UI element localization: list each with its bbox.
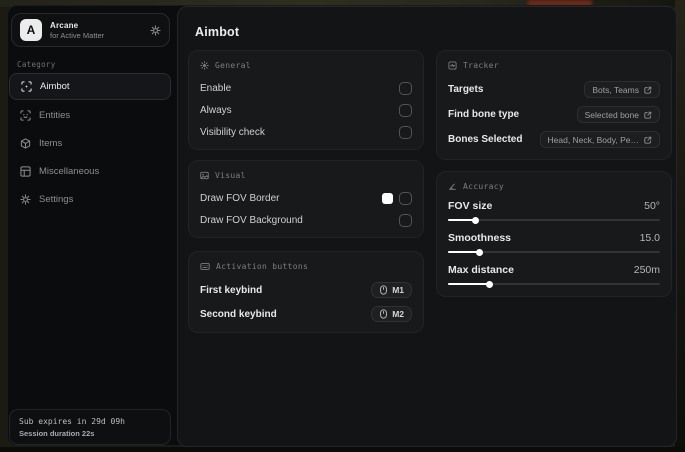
expand-icon	[644, 136, 652, 144]
setting-row: First keybind M1	[200, 278, 412, 302]
slider-thumb[interactable]	[486, 280, 494, 288]
app-subtitle: for Active Matter	[50, 30, 105, 40]
image-icon	[200, 171, 209, 180]
fov-size-slider[interactable]	[448, 216, 660, 224]
slider-label: FOV size	[448, 200, 493, 212]
sidebar-item-label: Entities	[39, 110, 71, 121]
setting-row: Enable	[200, 77, 412, 99]
find-bone-type-dropdown[interactable]: Selected bone	[576, 106, 660, 123]
subscription-info: Sub expires in 29d 09h Session duration …	[9, 409, 171, 445]
main-panel: Aimbot General Enable Always Visibility …	[177, 6, 677, 447]
dropdown-value: Head, Neck, Body, Pe…	[547, 134, 640, 145]
targets-dropdown[interactable]: Bots, Teams	[584, 81, 660, 98]
category-label: Category	[17, 60, 56, 69]
sidebar-item-settings[interactable]: Settings	[9, 186, 171, 213]
card-title: Accuracy	[463, 182, 504, 191]
draw-fov-background-checkbox[interactable]	[399, 213, 412, 227]
sidebar-item-label: Miscellaneous	[39, 166, 100, 177]
bones-selected-dropdown[interactable]: Head, Neck, Body, Pe…	[539, 131, 660, 148]
slider-thumb[interactable]	[475, 248, 483, 256]
sidebar-item-miscellaneous[interactable]: Miscellaneous	[9, 158, 171, 185]
general-card: General Enable Always Visibility check	[188, 50, 424, 150]
session-duration-text: Session duration 22s	[19, 428, 95, 438]
setting-label: First keybind	[200, 284, 263, 296]
face-scan-icon	[20, 110, 31, 121]
slider-value: 250m	[633, 264, 660, 276]
keybind-value: M2	[392, 309, 404, 319]
mouse-icon	[379, 309, 388, 319]
sidebar-item-label: Aimbot	[40, 81, 70, 92]
smoothness-slider[interactable]	[448, 248, 660, 256]
setting-row: Find bone type Selected bone	[448, 102, 660, 127]
setting-label: Find bone type	[448, 109, 520, 120]
slider-value: 50°	[644, 200, 660, 212]
visual-card: Visual Draw FOV Border Draw FOV Backgrou…	[188, 160, 424, 238]
setting-label: Draw FOV Background	[200, 214, 303, 226]
draw-fov-border-checkbox[interactable]	[399, 191, 412, 205]
gear-icon[interactable]	[150, 24, 161, 36]
activation-buttons-card: Activation buttons First keybind M1 Seco…	[188, 251, 424, 333]
sidebar-item-items[interactable]: Items	[9, 130, 171, 157]
expand-icon	[644, 86, 652, 94]
game-background-bottom	[0, 447, 685, 452]
keybind-value: M1	[392, 285, 404, 295]
app-window: A Arcane for Active Matter Category Aimb…	[7, 5, 677, 447]
slider-value: 15.0	[639, 232, 660, 244]
tracker-card: Tracker Targets Bots, Teams Find bone ty…	[436, 50, 672, 160]
setting-label: Enable	[200, 82, 232, 94]
setting-row: Draw FOV Background	[200, 209, 412, 231]
keyboard-icon	[200, 262, 210, 271]
sidebar-item-label: Items	[39, 138, 63, 149]
setting-label: Always	[200, 104, 232, 116]
setting-label: Bones Selected	[448, 134, 523, 145]
cube-icon	[20, 138, 31, 149]
crosshair-scan-icon	[21, 81, 32, 92]
setting-label: Draw FOV Border	[200, 192, 280, 204]
sidebar-item-label: Settings	[39, 194, 74, 205]
mouse-icon	[379, 285, 388, 295]
sidebar-header: A Arcane for Active Matter	[11, 13, 170, 47]
card-title: Visual	[215, 171, 246, 180]
page-title: Aimbot	[195, 25, 240, 39]
card-title: Activation buttons	[216, 262, 309, 271]
setting-row: Second keybind M2	[200, 302, 412, 326]
tracker-icon	[448, 61, 457, 70]
layout-icon	[20, 166, 31, 177]
setting-label: Second keybind	[200, 308, 277, 320]
first-keybind-button[interactable]: M1	[371, 282, 412, 298]
slider-label: Max distance	[448, 264, 514, 276]
expand-icon	[644, 111, 652, 119]
app-name: Arcane	[50, 20, 79, 30]
setting-label: Visibility check	[200, 126, 265, 138]
visibility-check-checkbox[interactable]	[399, 125, 412, 139]
gear-icon	[20, 194, 31, 205]
max-distance-slider[interactable]	[448, 280, 660, 288]
accuracy-card: Accuracy FOV size 50° Smoothness 15.0 Ma…	[436, 171, 672, 297]
dropdown-value: Bots, Teams	[592, 84, 639, 95]
always-checkbox[interactable]	[399, 103, 412, 117]
setting-row: Always	[200, 99, 412, 121]
app-logo: A	[20, 19, 42, 41]
angle-icon	[448, 182, 457, 191]
setting-row: Targets Bots, Teams	[448, 77, 660, 102]
sun-icon	[200, 61, 209, 70]
second-keybind-button[interactable]: M2	[371, 306, 412, 322]
setting-row: Visibility check	[200, 121, 412, 143]
sub-expires-text: Sub expires in 29d 09h	[19, 416, 125, 426]
enable-checkbox[interactable]	[399, 81, 412, 95]
fov-border-color-swatch[interactable]	[382, 192, 393, 204]
setting-label: Targets	[448, 84, 484, 95]
slider-label: Smoothness	[448, 232, 512, 244]
slider-thumb[interactable]	[471, 216, 479, 224]
card-title: Tracker	[463, 61, 499, 70]
setting-row: Bones Selected Head, Neck, Body, Pe…	[448, 127, 660, 152]
sidebar-item-aimbot[interactable]: Aimbot	[9, 73, 171, 100]
dropdown-value: Selected bone	[584, 109, 639, 120]
card-title: General	[215, 61, 251, 70]
setting-row: Draw FOV Border	[200, 187, 412, 209]
slider-row: FOV size 50°	[448, 198, 660, 224]
slider-row: Max distance 250m	[448, 262, 660, 288]
sidebar-item-entities[interactable]: Entities	[9, 102, 171, 129]
slider-row: Smoothness 15.0	[448, 230, 660, 256]
